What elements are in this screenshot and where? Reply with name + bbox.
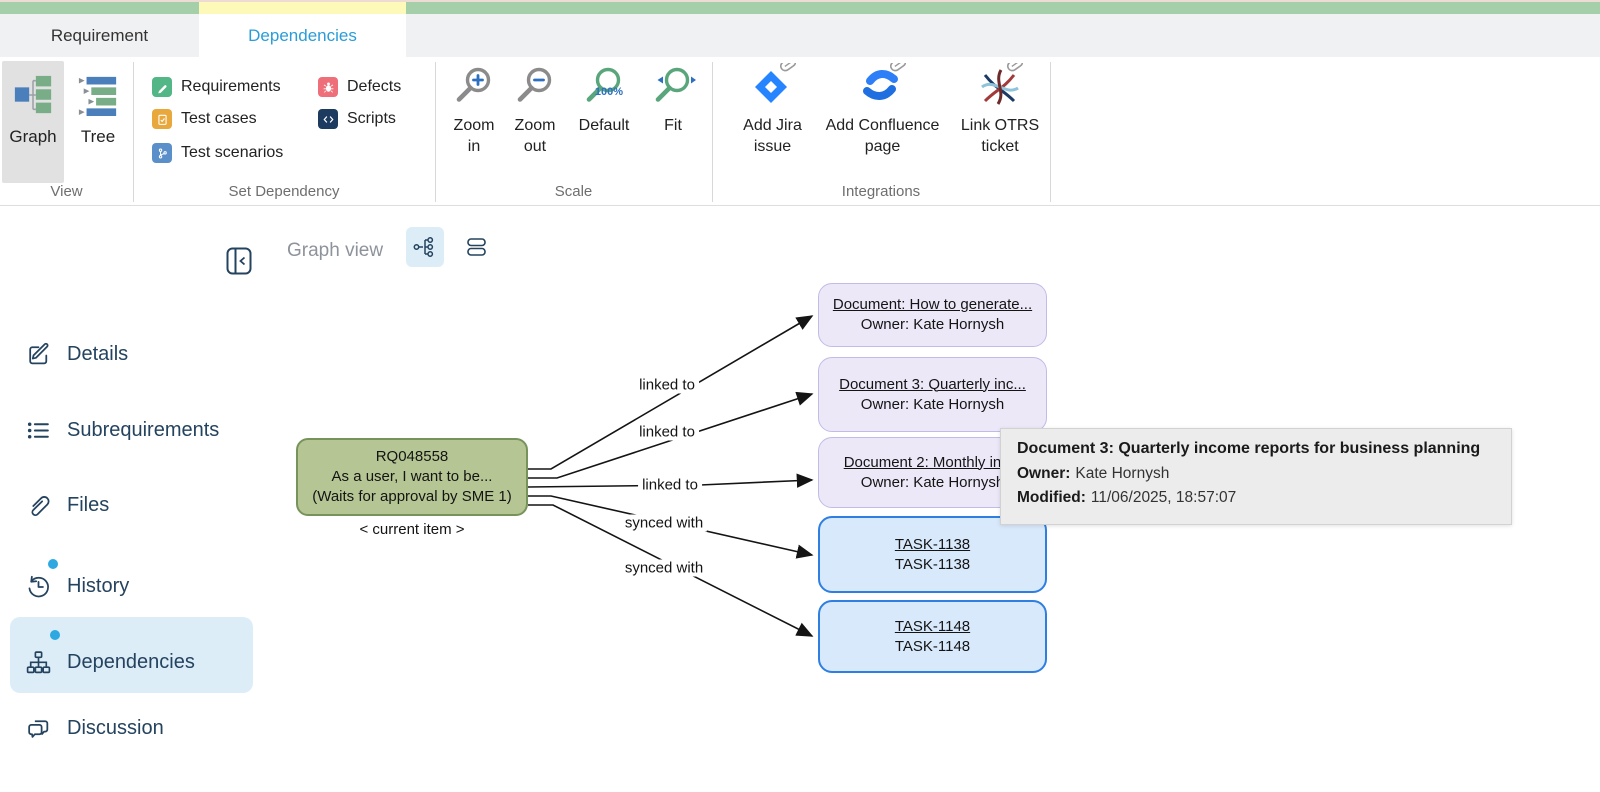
zoom-out-label: Zoom out bbox=[511, 115, 559, 157]
graph-view-button[interactable]: Graph bbox=[2, 61, 64, 183]
add-confluence-page-label: Add Confluence page bbox=[823, 115, 943, 157]
group-separator bbox=[712, 62, 713, 202]
document-node-3-link[interactable]: Document 2: Monthly inc... bbox=[844, 453, 1022, 473]
add-confluence-page-button[interactable]: Add Confluence page bbox=[820, 63, 945, 157]
edge-label-synced-with-2: synced with bbox=[621, 560, 707, 577]
default-scale-label: Default bbox=[579, 115, 630, 136]
graph-icon bbox=[12, 73, 54, 117]
ribbon-tab-bar: Requirement Dependencies bbox=[0, 14, 1600, 57]
node-hover-tooltip: Document 3: Quarterly income reports for… bbox=[1000, 428, 1512, 525]
edge-label-linked-to-2: linked to bbox=[635, 424, 699, 441]
set-dependency-defects-label: Defects bbox=[347, 78, 401, 96]
set-dependency-test-scenarios[interactable]: Test scenarios bbox=[152, 141, 283, 165]
set-dependency-group-caption: Set Dependency bbox=[133, 183, 435, 203]
group-separator bbox=[435, 62, 436, 202]
test-scenario-branch-icon bbox=[152, 143, 172, 163]
zoom-out-icon bbox=[512, 65, 558, 111]
task-node-1148-subtitle: TASK-1148 bbox=[895, 637, 970, 657]
task-node-1138-link[interactable]: TASK-1138 bbox=[895, 535, 970, 555]
document-node-1-link[interactable]: Document: How to generate... bbox=[833, 295, 1032, 315]
set-dependency-requirements-label: Requirements bbox=[181, 78, 281, 96]
default-scale-badge: 100% bbox=[595, 86, 623, 98]
bug-icon bbox=[318, 77, 338, 97]
link-otrs-ticket-button[interactable]: Link OTRS ticket bbox=[950, 63, 1050, 157]
integrations-group-caption: Integrations bbox=[712, 183, 1050, 203]
set-dependency-test-scenarios-label: Test scenarios bbox=[181, 144, 283, 162]
current-node-title: As a user, I want to be... bbox=[332, 467, 493, 487]
set-dependency-scripts-label: Scripts bbox=[347, 110, 396, 128]
current-node-status: (Waits for approval by SME 1) bbox=[312, 487, 512, 507]
current-requirement-node[interactable]: RQ048558 As a user, I want to be... (Wai… bbox=[296, 438, 528, 516]
fit-scale-button[interactable]: Fit bbox=[648, 65, 698, 136]
current-node-id: RQ048558 bbox=[376, 447, 449, 467]
zoom-in-label: Zoom in bbox=[450, 115, 498, 157]
default-scale-button[interactable]: 100% Default bbox=[568, 65, 640, 136]
tree-button-label: Tree bbox=[81, 127, 115, 147]
scale-group-caption: Scale bbox=[435, 183, 712, 203]
set-dependency-test-cases-label: Test cases bbox=[181, 110, 257, 128]
task-node-1138-subtitle: TASK-1138 bbox=[895, 555, 970, 575]
task-node-1138[interactable]: TASK-1138 TASK-1138 bbox=[818, 516, 1047, 593]
code-icon bbox=[318, 109, 338, 129]
document-node-2-link[interactable]: Document 3: Quarterly inc... bbox=[839, 375, 1026, 395]
current-item-caption: < current item > bbox=[296, 521, 528, 538]
view-group-caption: View bbox=[0, 183, 133, 203]
tooltip-owner-row: Owner: Kate Hornysh bbox=[1017, 465, 1495, 483]
tab-requirement[interactable]: Requirement bbox=[0, 14, 199, 57]
document-node-2[interactable]: Document 3: Quarterly inc... Owner: Kate… bbox=[818, 357, 1047, 432]
set-dependency-scripts[interactable]: Scripts bbox=[318, 107, 396, 131]
document-node-1[interactable]: Document: How to generate... Owner: Kate… bbox=[818, 283, 1047, 347]
set-dependency-test-cases[interactable]: Test cases bbox=[152, 107, 257, 131]
link-otrs-ticket-label: Link OTRS ticket bbox=[953, 115, 1048, 157]
edge-label-linked-to-1: linked to bbox=[635, 377, 699, 394]
test-case-clipboard-icon bbox=[152, 109, 172, 129]
tooltip-modified-row: Modified: 11/06/2025, 18:57:07 bbox=[1017, 489, 1495, 507]
add-jira-issue-label: Add Jira issue bbox=[733, 115, 813, 157]
set-dependency-defects[interactable]: Defects bbox=[318, 75, 401, 99]
zoom-in-button[interactable]: Zoom in bbox=[447, 65, 501, 157]
document-node-3-owner: Owner: Kate Hornysh bbox=[861, 473, 1004, 493]
fit-scale-label: Fit bbox=[664, 115, 682, 136]
tab-dependencies[interactable]: Dependencies bbox=[199, 14, 406, 57]
document-node-1-owner: Owner: Kate Hornysh bbox=[861, 315, 1004, 335]
confluence-icon bbox=[860, 63, 906, 109]
ribbon: Graph Tree View Requirements Test cases bbox=[0, 57, 1600, 206]
otrs-icon bbox=[977, 63, 1023, 109]
zoom-in-icon bbox=[451, 65, 497, 111]
tree-view-button[interactable]: Tree bbox=[67, 61, 129, 183]
set-dependency-requirements[interactable]: Requirements bbox=[152, 75, 281, 99]
app-accent-bar bbox=[0, 2, 1600, 14]
fit-scale-icon bbox=[650, 65, 696, 111]
tooltip-owner-value: Kate Hornysh bbox=[1075, 465, 1169, 482]
jira-icon bbox=[750, 63, 796, 109]
task-node-1148-link[interactable]: TASK-1148 bbox=[895, 617, 970, 637]
add-jira-issue-button[interactable]: Add Jira issue bbox=[730, 63, 815, 157]
tooltip-modified-label: Modified: bbox=[1017, 489, 1086, 506]
zoom-out-button[interactable]: Zoom out bbox=[505, 65, 565, 157]
task-node-1148[interactable]: TASK-1148 TASK-1148 bbox=[818, 600, 1047, 673]
document-node-2-owner: Owner: Kate Hornysh bbox=[861, 395, 1004, 415]
tooltip-modified-value: 11/06/2025, 18:57:07 bbox=[1091, 489, 1236, 506]
default-scale-icon: 100% bbox=[581, 65, 627, 111]
group-separator bbox=[133, 62, 134, 202]
group-separator bbox=[1050, 62, 1051, 202]
edge-label-linked-to-3: linked to bbox=[638, 477, 702, 494]
graph-button-label: Graph bbox=[9, 127, 56, 147]
requirement-pencil-icon bbox=[152, 77, 172, 97]
tree-icon bbox=[77, 73, 119, 117]
active-tab-accent bbox=[199, 2, 406, 14]
tooltip-title: Document 3: Quarterly income reports for… bbox=[1017, 440, 1495, 458]
tooltip-owner-label: Owner: bbox=[1017, 465, 1070, 482]
edge-label-synced-with-1: synced with bbox=[621, 515, 707, 532]
